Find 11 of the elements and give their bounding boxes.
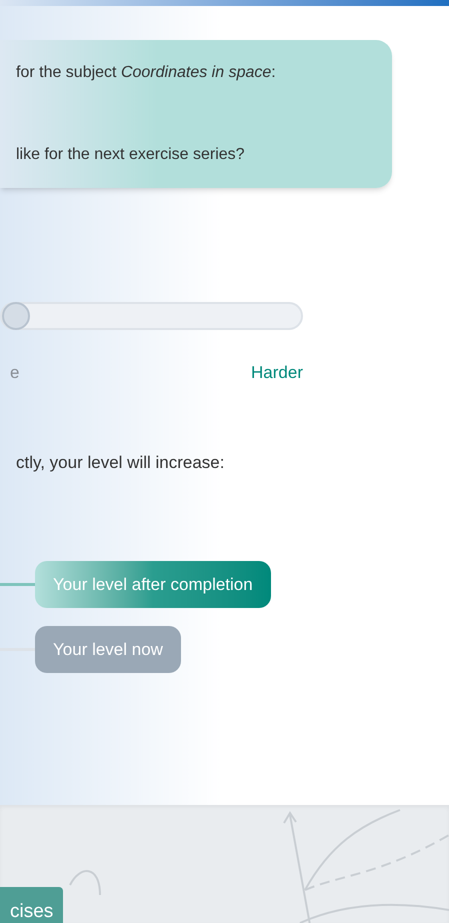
level-marker: Your level after completion	[35, 561, 271, 608]
info-text: for the subject Coordinates in space:	[16, 63, 277, 83]
level-marker: Your level now	[35, 626, 181, 673]
easier-label: e	[10, 362, 20, 384]
connector-line	[0, 583, 35, 586]
exercises-button[interactable]: cises	[0, 887, 64, 923]
harder-label: Harder	[251, 362, 303, 384]
slider-track[interactable]	[0, 302, 303, 330]
slider-thumb[interactable]	[2, 302, 30, 330]
info-text: like for the next exercise series?	[16, 145, 246, 165]
level-note: ctly, your level will increase:	[15, 452, 226, 474]
